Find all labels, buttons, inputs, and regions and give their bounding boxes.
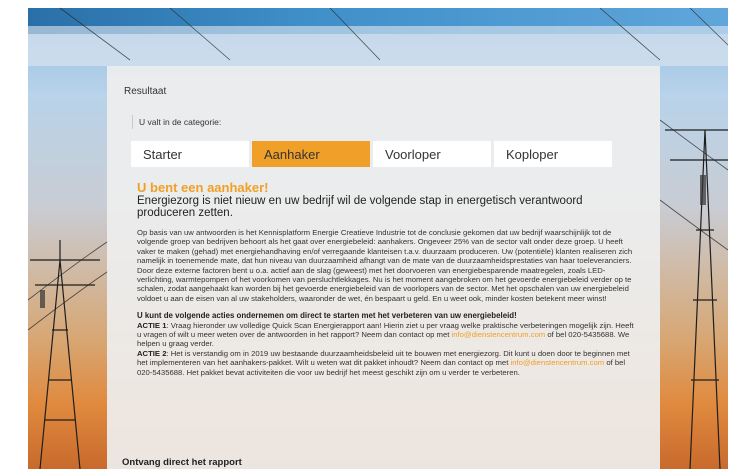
result-body: Op basis van uw antwoorden is het Kennis… xyxy=(137,228,633,303)
action-2-email-link[interactable]: info@dienstencentrum.com xyxy=(510,358,604,367)
tab-starter[interactable]: Starter xyxy=(131,141,249,167)
report-section-title: Ontvang direct het rapport xyxy=(122,457,242,468)
result-content: U bent een aanhaker! Energiezorg is niet… xyxy=(137,180,637,377)
tab-aanhaker[interactable]: Aanhaker xyxy=(252,141,370,167)
category-tabs: Starter Aanhaker Voorloper Koploper xyxy=(131,141,615,167)
action-1: ACTIE 1: Vraag hieronder uw volledige Qu… xyxy=(137,321,637,349)
actions-heading: U kunt de volgende acties ondernemen om … xyxy=(137,311,517,321)
tab-koploper[interactable]: Koploper xyxy=(494,141,612,167)
action-2: ACTIE 2: Het is verstandig om in 2019 uw… xyxy=(137,349,637,377)
tab-voorloper[interactable]: Voorloper xyxy=(373,141,491,167)
result-subhead: Energiezorg is niet nieuw en uw bedrijf … xyxy=(137,195,583,219)
result-title: Resultaat xyxy=(124,86,167,97)
category-intro: U valt in de categorie: xyxy=(132,115,221,129)
banner-overlay xyxy=(28,26,728,66)
action-1-label: ACTIE 1 xyxy=(137,320,167,330)
result-headline: U bent een aanhaker! xyxy=(137,180,269,195)
action-2-label: ACTIE 2 xyxy=(137,348,167,358)
action-1-email-link[interactable]: info@dienstencentrum.com xyxy=(452,330,546,339)
result-panel: Resultaat U valt in de categorie: Starte… xyxy=(107,66,660,469)
